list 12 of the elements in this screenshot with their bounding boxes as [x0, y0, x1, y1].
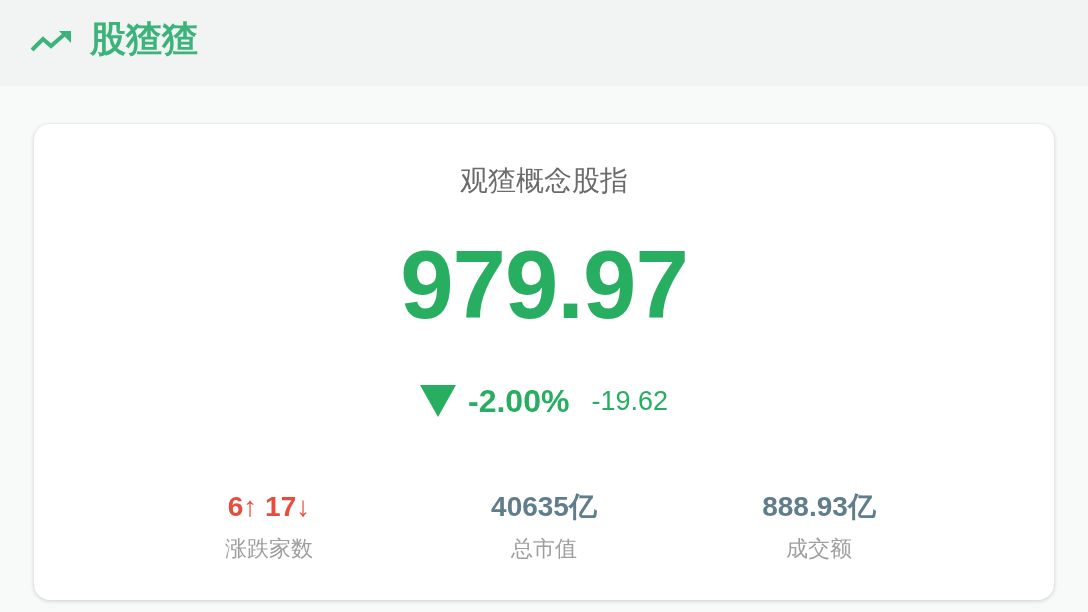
stat-label: 总市值: [511, 536, 577, 562]
stat-label: 成交额: [786, 536, 852, 562]
trend-up-icon: [30, 30, 72, 52]
change-amount: -19.62: [591, 385, 668, 418]
index-value: 979.97: [400, 237, 688, 333]
change-percent: -2.00%: [468, 382, 570, 421]
stat-value: 6↑ 17↓: [227, 490, 311, 524]
index-title: 观猹概念股指: [460, 164, 628, 198]
app-title: 股猹猹: [90, 19, 198, 59]
stat-label: 涨跌家数: [225, 536, 313, 562]
stat-value: 888.93亿: [762, 490, 876, 524]
stat-value: 40635亿: [491, 490, 597, 524]
